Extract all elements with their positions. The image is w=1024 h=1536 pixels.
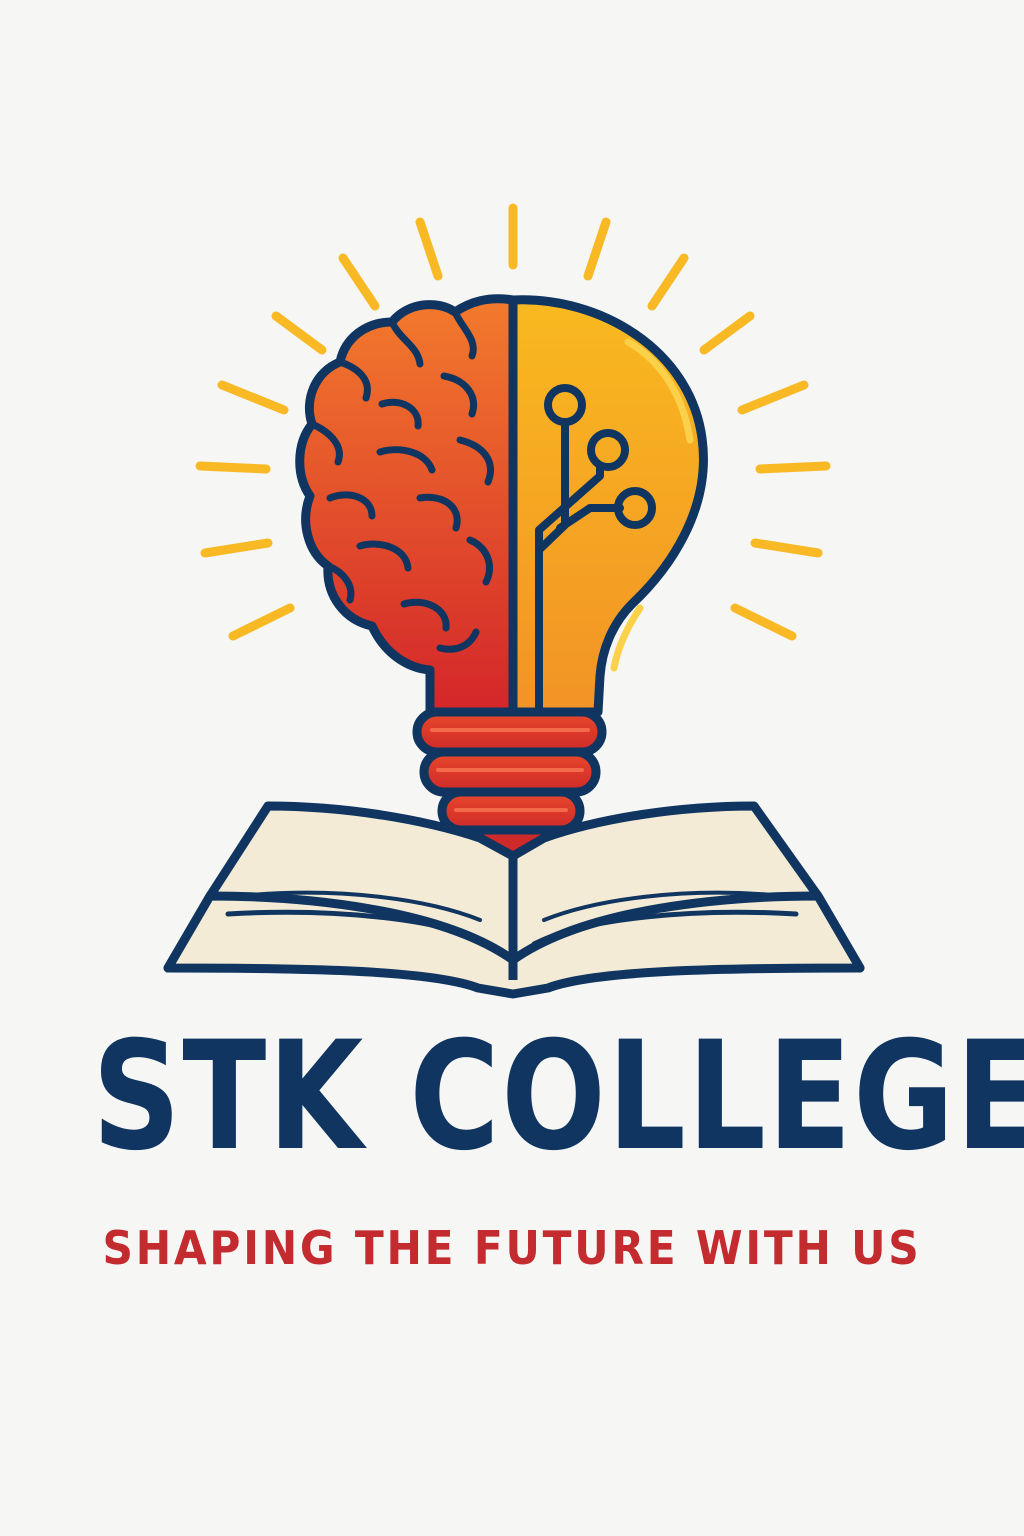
brain-icon (295, 294, 518, 717)
stk-emblem (163, 203, 865, 999)
logo-canvas: STK COLLEGE SHAPING THE FUTURE WITH US (0, 0, 1024, 1536)
tagline: SHAPING THE FUTURE WITH US (102, 1221, 922, 1275)
college-name: STK COLLEGE (92, 1010, 1024, 1184)
